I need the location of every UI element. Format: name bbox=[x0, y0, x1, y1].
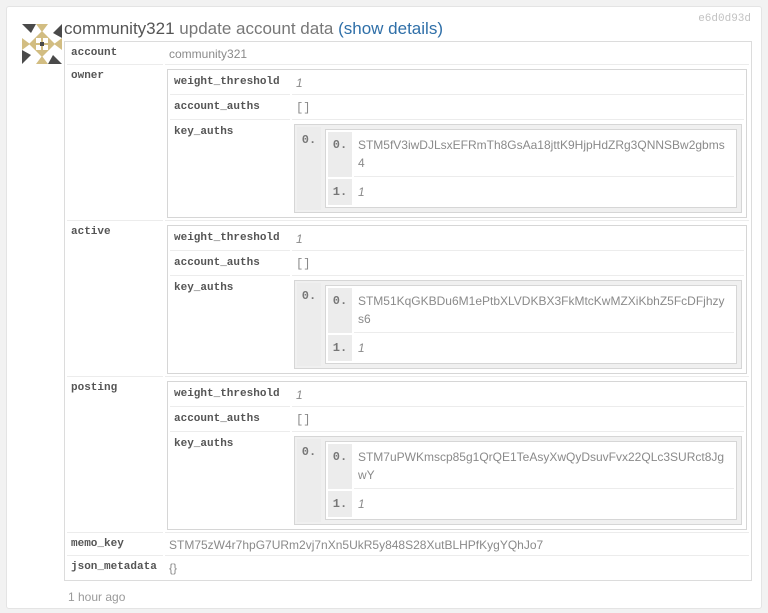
quilt-avatar-icon[interactable] bbox=[22, 24, 62, 64]
account-value: community321 bbox=[165, 44, 749, 65]
account-key: account bbox=[67, 44, 163, 65]
key-auths-key: key_auths bbox=[174, 438, 234, 450]
weight-threshold-key: weight_threshold bbox=[170, 228, 290, 251]
list-index: 0. bbox=[297, 439, 321, 522]
weight-threshold-key: weight_threshold bbox=[170, 72, 290, 95]
key-auths-list: 0. 0. STM51KqGKBDu6M1ePtbXLVDKBX3FkMtcKw… bbox=[294, 280, 742, 369]
public-key-value: STM5fV3iwDJLsxEFRmTh8GsAa18jttK9HjpHdZRg… bbox=[353, 132, 734, 177]
account-auths-value: [] bbox=[292, 97, 744, 120]
show-details-link[interactable]: (show details) bbox=[338, 19, 443, 38]
account-auths-key: account_auths bbox=[170, 409, 290, 432]
key-auths-key: key_auths bbox=[174, 126, 234, 138]
account-auths-value: [] bbox=[292, 253, 744, 276]
list-index: 0. bbox=[297, 127, 321, 210]
row-memo-key: memo_key STM75zW4r7hpG7URm2vj7nXn5UkR5y8… bbox=[67, 535, 749, 556]
row-posting: posting weight_threshold 1 account_auths… bbox=[67, 379, 749, 533]
weight-threshold-value: 1 bbox=[292, 72, 744, 95]
operation-description: update account data bbox=[179, 19, 334, 38]
json-metadata-label: json_metadata bbox=[71, 561, 157, 573]
memo-key-value: STM75zW4r7hpG7URm2vj7nXn5UkR5y848S28XutB… bbox=[165, 535, 749, 556]
public-key-value: STM7uPWKmscp85g1QrQE1TeAsyXwQyDsuvFvx22Q… bbox=[353, 444, 734, 489]
row-owner: owner weight_threshold 1 account_auths [… bbox=[67, 67, 749, 221]
owner-authority: weight_threshold 1 account_auths [] key_… bbox=[167, 69, 747, 218]
pair-index: 1. bbox=[328, 335, 352, 361]
active-key: active bbox=[67, 223, 163, 377]
key-auths-list: 0. 0. STM7uPWKmscp85g1QrQE1TeAsyXwQyDsuv… bbox=[294, 436, 742, 525]
posting-key: posting bbox=[67, 379, 163, 533]
weight-threshold-key: weight_threshold bbox=[170, 384, 290, 407]
posting-authority: weight_threshold 1 account_auths [] key_… bbox=[167, 381, 747, 530]
account-auths-key: account_auths bbox=[170, 253, 290, 276]
weight-threshold-value: 1 bbox=[292, 384, 744, 407]
active-authority: weight_threshold 1 account_auths [] key_… bbox=[167, 225, 747, 374]
key-weight-value: 1 bbox=[357, 341, 365, 355]
key-auth-pair: 0. STM7uPWKmscp85g1QrQE1TeAsyXwQyDsuvFvx… bbox=[325, 441, 737, 520]
list-index: 0. bbox=[297, 283, 321, 366]
account-auths-value: [] bbox=[292, 409, 744, 432]
key-auth-pair: 0. STM51KqGKBDu6M1ePtbXLVDKBX3FkMtcKwMZX… bbox=[325, 285, 737, 364]
row-active: active weight_threshold 1 account_auths … bbox=[67, 223, 749, 377]
key-weight-value: 1 bbox=[357, 185, 365, 199]
pair-index: 1. bbox=[328, 179, 352, 205]
public-key-value: STM51KqGKBDu6M1ePtbXLVDKBX3FkMtcKwMZXiKb… bbox=[353, 288, 734, 333]
weight-threshold-value: 1 bbox=[292, 228, 744, 251]
pair-index: 0. bbox=[328, 288, 352, 333]
timestamp[interactable]: 1 hour ago bbox=[68, 590, 125, 604]
row-json-metadata: json_metadata {} bbox=[67, 558, 749, 578]
pair-index: 0. bbox=[328, 444, 352, 489]
operation-card: e6d0d93d community321 update account dat… bbox=[6, 6, 762, 609]
key-auth-pair: 0. STM5fV3iwDJLsxEFRmTh8GsAa18jttK9HjpHd… bbox=[325, 129, 737, 208]
operation-headline: community321 update account data (show d… bbox=[64, 19, 443, 39]
owner-key: owner bbox=[67, 67, 163, 221]
row-account: account community321 bbox=[67, 44, 749, 65]
operation-details-table: account community321 owner weight_thresh… bbox=[64, 41, 752, 581]
key-weight-value: 1 bbox=[357, 497, 365, 511]
key-auths-key: key_auths bbox=[174, 282, 234, 294]
key-auths-list: 0. 0. STM5fV3iwDJLsxEFRmTh8GsAa18jttK9Hj… bbox=[294, 124, 742, 213]
pair-index: 1. bbox=[328, 491, 352, 517]
memo-key-label: memo_key bbox=[67, 535, 163, 556]
account-name-link[interactable]: community321 bbox=[64, 19, 175, 38]
operation-hash: e6d0d93d bbox=[698, 13, 751, 25]
pair-index: 0. bbox=[328, 132, 352, 177]
json-metadata-value: {} bbox=[169, 561, 178, 575]
account-auths-key: account_auths bbox=[170, 97, 290, 120]
